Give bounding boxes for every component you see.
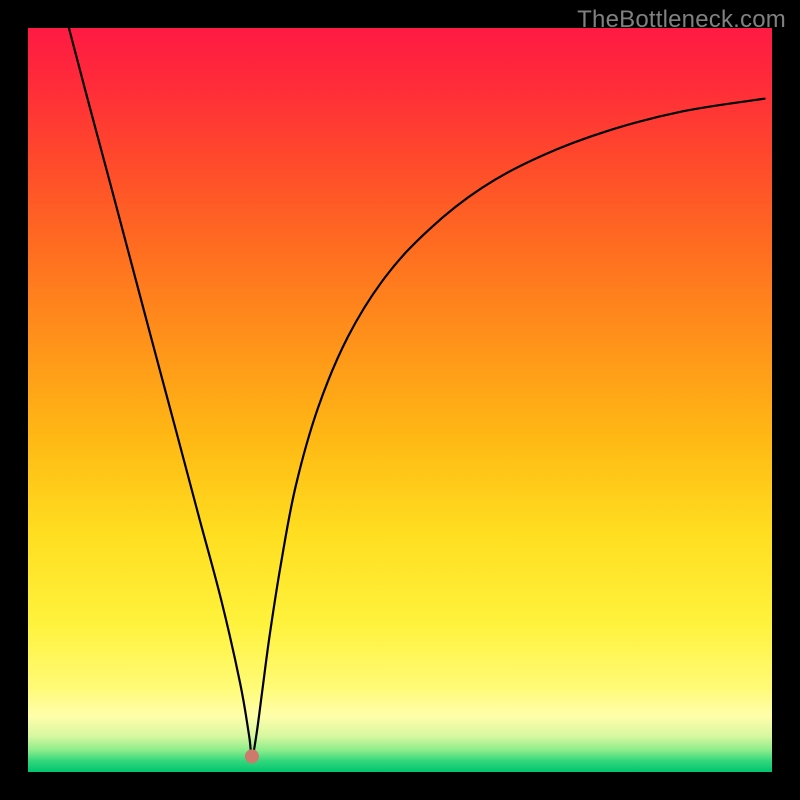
- chart-plot-area: [28, 28, 772, 772]
- gradient-background: [28, 28, 772, 772]
- chart-svg: [28, 28, 772, 772]
- minimum-marker-dot: [245, 749, 259, 763]
- watermark-text: TheBottleneck.com: [577, 6, 786, 34]
